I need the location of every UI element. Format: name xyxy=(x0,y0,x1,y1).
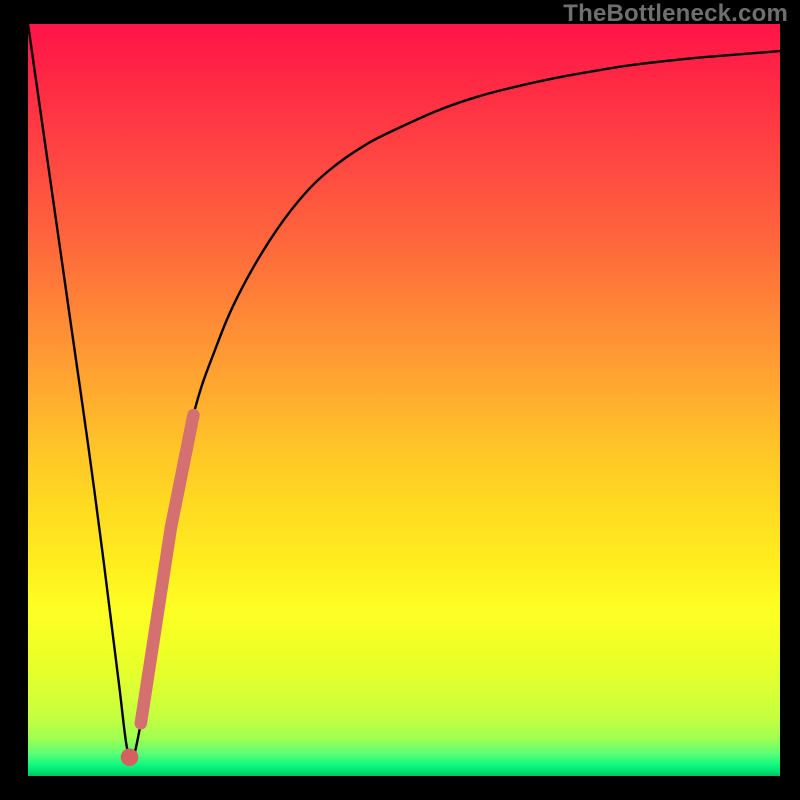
plot-area xyxy=(28,24,780,776)
bottleneck-curve xyxy=(28,24,780,759)
highlight-segment xyxy=(141,415,194,723)
curve-svg xyxy=(28,24,780,776)
minimum-marker-icon xyxy=(121,748,139,766)
chart-frame: TheBottleneck.com xyxy=(0,0,800,800)
